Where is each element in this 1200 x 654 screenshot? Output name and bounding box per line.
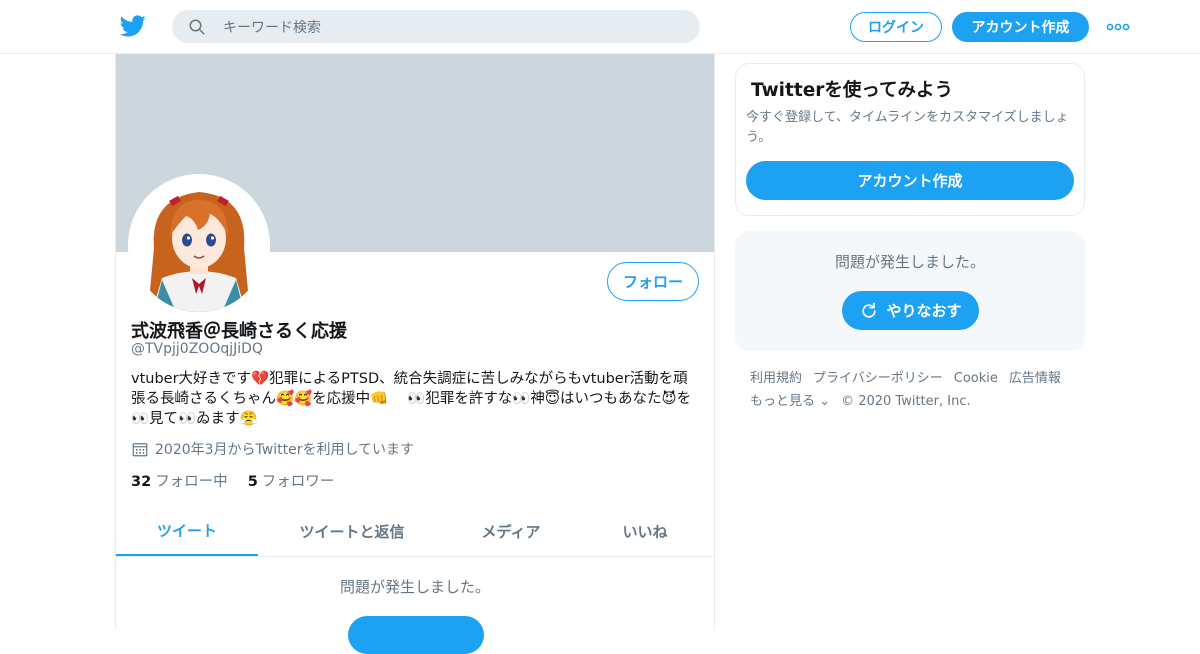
tab-tweets[interactable]: ツイート — [116, 506, 258, 556]
chevron-down-icon: ⌄ — [819, 394, 831, 409]
login-button[interactable]: ログイン — [850, 12, 942, 42]
follow-button[interactable]: フォロー — [607, 262, 699, 301]
followers-stat[interactable]: 5 フォロワー — [248, 470, 335, 491]
profile-join-date: 2020年3月からTwitterを利用しています — [131, 439, 414, 459]
sidebar-error-card: 問題が発生しました。 やりなおす — [735, 231, 1085, 351]
sidebar-error-text: 問題が発生しました。 — [834, 253, 985, 271]
footer-link-more[interactable]: もっと見る ⌄ — [750, 394, 830, 409]
following-count: 32 — [131, 474, 152, 490]
tab-media[interactable]: メディア — [446, 506, 576, 556]
search-input[interactable]: キーワード検索 — [172, 10, 700, 43]
retry-button[interactable]: やりなおす — [842, 291, 979, 330]
more-options-icon[interactable] — [1106, 19, 1130, 35]
calendar-icon — [132, 443, 148, 457]
tab-tweets-and-replies[interactable]: ツイートと返信 — [258, 506, 446, 556]
tab-likes[interactable]: いいね — [576, 506, 714, 556]
timeline-error-text: 問題が発生しました。 — [339, 578, 490, 596]
profile-stats: 32 フォロー中 5 フォロワー — [131, 470, 354, 491]
timeline-retry-button[interactable] — [348, 616, 484, 654]
footer-link-cookie[interactable]: Cookie — [954, 371, 998, 386]
retry-label: やりなおす — [886, 302, 962, 320]
signup-card: Twitterを使ってみよう 今すぐ登録して、タイムラインをカスタマイズしましょ… — [735, 63, 1085, 216]
footer-link-privacy[interactable]: プライバシーポリシー — [813, 371, 943, 386]
top-bar: キーワード検索 ログイン アカウント作成 — [0, 0, 1200, 54]
profile-tabs: ツイート ツイートと返信 メディア いいね — [116, 506, 714, 557]
profile-display-name: 式波飛香＠長崎さるく応援 — [131, 321, 347, 342]
following-label: フォロー中 — [155, 474, 228, 490]
followers-count: 5 — [247, 474, 258, 490]
profile-handle[interactable]: @TVpjj0ZOOqjJiDQ — [131, 341, 263, 357]
profile-bio: vtuber大好きです💔犯罪によるPTSD、統合失調症に苦しみながらもvtube… — [131, 371, 692, 427]
signup-card-button[interactable]: アカウント作成 — [746, 161, 1074, 200]
footer-links: 利用規約 プライバシーポリシー Cookie 広告情報 もっと見る ⌄ © 2020 T… — [750, 367, 1090, 413]
copyright-text: © 2020 Twitter, Inc. — [841, 394, 971, 409]
search-icon — [189, 19, 205, 34]
signup-card-title: Twitterを使ってみよう — [751, 80, 953, 101]
signup-card-subtitle: 今すぐ登録して、タイムラインをカスタマイズしましょう。 — [746, 110, 1069, 145]
search-placeholder: キーワード検索 — [223, 19, 321, 36]
profile-column: フォロー 式波飛香＠長崎さるく応援 @TVpjj0ZOOqjJiDQ vtube… — [115, 54, 715, 654]
footer-more-label: もっと見る — [750, 394, 816, 409]
signup-button[interactable]: アカウント作成 — [952, 12, 1089, 42]
refresh-icon — [862, 302, 877, 318]
footer-link-terms[interactable]: 利用規約 — [750, 371, 802, 386]
footer-link-ads[interactable]: 広告情報 — [1009, 371, 1061, 386]
avatar-anime-girl-image — [132, 178, 266, 312]
following-stat[interactable]: 32 フォロー中 — [131, 470, 228, 491]
twitter-bird-icon[interactable] — [120, 13, 146, 39]
followers-label: フォロワー — [261, 474, 335, 490]
avatar[interactable] — [128, 174, 270, 316]
join-date-text: 2020年3月からTwitterを利用しています — [155, 442, 415, 458]
